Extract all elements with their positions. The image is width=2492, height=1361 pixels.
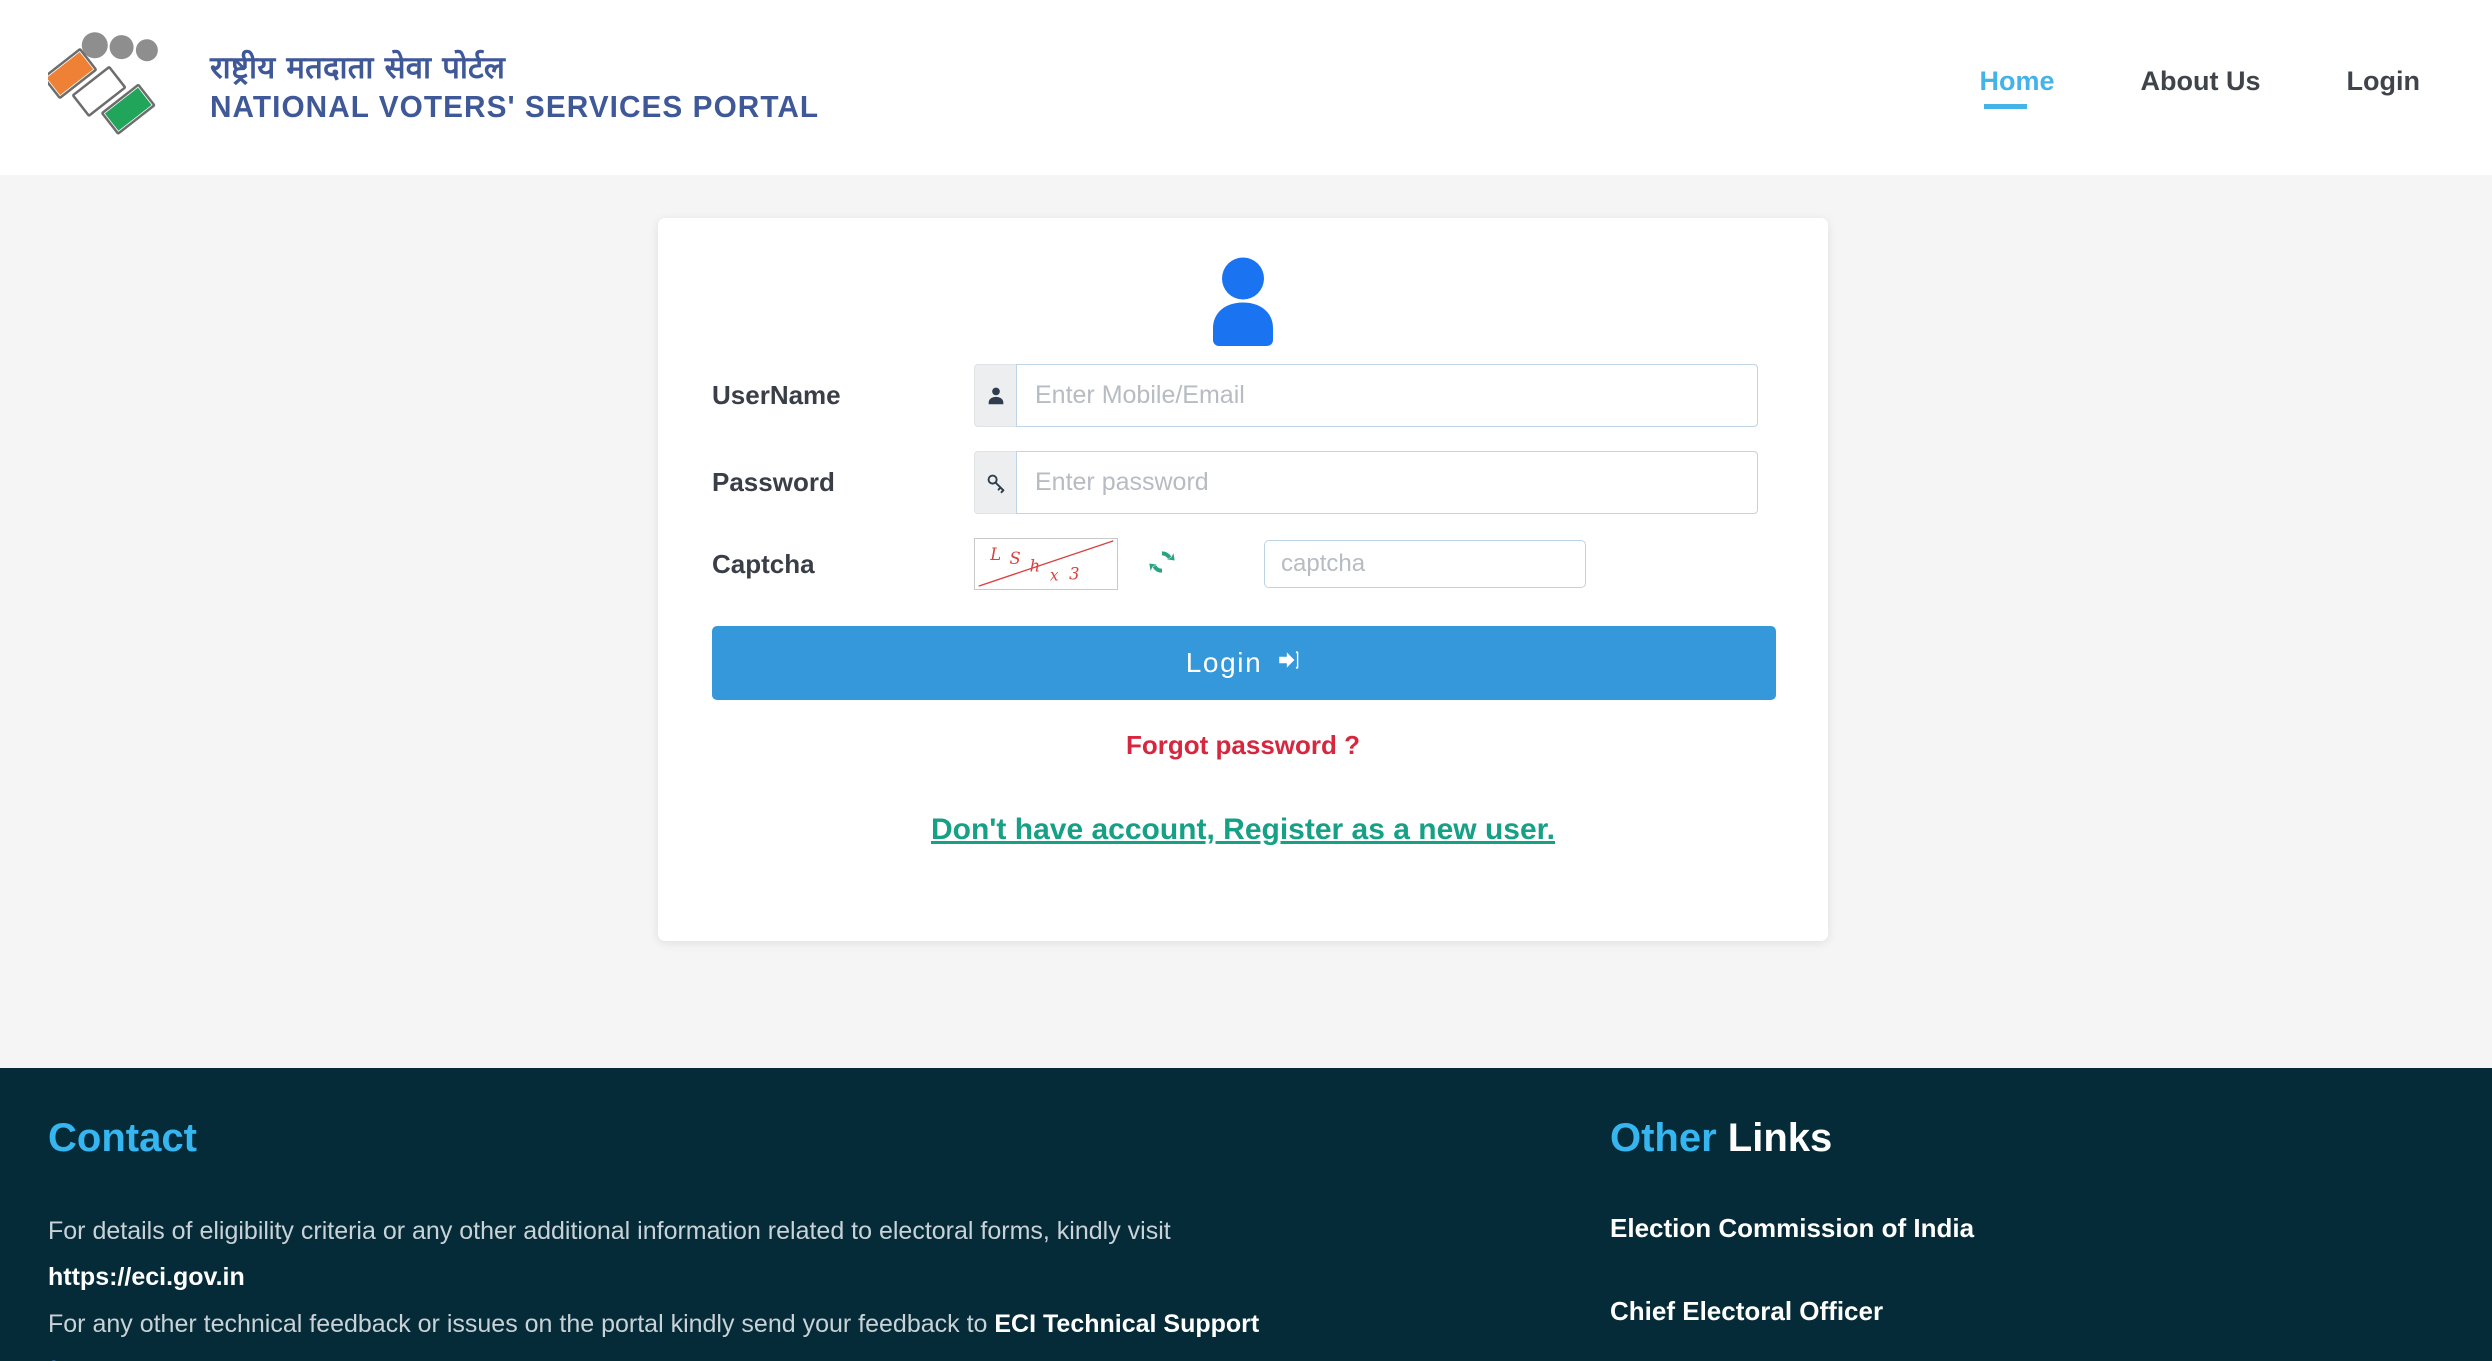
user-icon <box>974 364 1016 427</box>
footer-feedback-text: For any other technical feedback or issu… <box>48 1306 1492 1342</box>
footer-other-links-heading: Other Links <box>1610 1116 2492 1161</box>
footer-contact-column: Contact For details of eligibility crite… <box>0 1068 1492 1361</box>
other-links-accent: Other <box>1610 1116 1717 1160</box>
brand-hindi-title: राष्ट्रीय मतदाता सेवा पोर्टल <box>210 49 506 86</box>
brand-block: राष्ट्रीय मतदाता सेवा पोर्टल NATIONAL VO… <box>42 24 845 152</box>
avatar <box>658 218 1828 346</box>
phone-icon <box>48 1357 74 1361</box>
captcha-row: Captcha L S h x 3 <box>712 538 1774 590</box>
login-form: UserName Password <box>658 346 1828 847</box>
password-input-group <box>974 451 1758 514</box>
toll-free-row: Toll free Number :1800111950 <box>48 1357 1492 1361</box>
password-input[interactable] <box>1016 451 1758 514</box>
username-input-group <box>974 364 1758 427</box>
brand-text: राष्ट्रीय मतदाता सेवा पोर्टल NATIONAL VO… <box>210 52 845 123</box>
login-card: UserName Password <box>658 218 1828 941</box>
svg-text:S: S <box>1009 549 1020 568</box>
eci-technical-support-link[interactable]: ECI Technical Support <box>994 1310 1259 1338</box>
captcha-input[interactable] <box>1264 540 1586 588</box>
svg-text:3: 3 <box>1069 564 1079 583</box>
brand-english-title: NATIONAL VOTERS' SERVICES PORTAL <box>210 88 820 124</box>
page-root: राष्ट्रीय मतदाता सेवा पोर्टल NATIONAL VO… <box>0 0 2492 1361</box>
password-row: Password <box>712 451 1774 514</box>
register-link[interactable]: Don't have account, Register as a new us… <box>712 813 1774 847</box>
refresh-captcha-button[interactable] <box>1141 543 1183 585</box>
forgot-password-link[interactable]: Forgot password ? <box>712 730 1774 761</box>
site-header: राष्ट्रीय मतदाता सेवा पोर्टल NATIONAL VO… <box>0 0 2492 175</box>
other-links-rest: Links <box>1716 1116 1833 1160</box>
username-row: UserName <box>712 364 1774 427</box>
footer-feedback-prefix: For any other technical feedback or issu… <box>48 1310 995 1339</box>
username-input[interactable] <box>1016 364 1758 427</box>
nav-item-home[interactable]: Home <box>1980 66 2055 109</box>
main-content: UserName Password <box>0 175 2492 1068</box>
svg-text:x: x <box>1050 566 1059 584</box>
login-button[interactable]: Login <box>712 626 1776 700</box>
key-icon <box>974 451 1016 514</box>
toll-free-number: Toll free Number :1800111950 <box>96 1358 429 1361</box>
footer-contact-heading: Contact <box>48 1116 197 1160</box>
svg-text:L: L <box>989 545 1001 564</box>
login-button-label: Login <box>1185 647 1263 678</box>
eci-website-link[interactable]: https://eci.gov.in <box>48 1263 1492 1292</box>
site-footer: Contact For details of eligibility crite… <box>0 1068 2492 1361</box>
captcha-image: L S h x 3 <box>974 538 1118 590</box>
link-chief-electoral-officer[interactable]: Chief Electoral Officer <box>1610 1296 2492 1327</box>
nvsp-ballot-logo-icon <box>42 24 188 152</box>
main-navigation: Home About Us Login <box>1980 66 2420 109</box>
nav-item-about-us[interactable]: About Us <box>2141 66 2261 109</box>
captcha-label: Captcha <box>712 548 815 579</box>
footer-other-links-column: Other Links Election Commission of India… <box>1492 1068 2492 1361</box>
nav-item-login[interactable]: Login <box>2347 66 2420 109</box>
user-avatar-icon <box>1195 250 1291 346</box>
sign-in-icon <box>1276 647 1302 680</box>
refresh-icon <box>1146 546 1178 583</box>
password-label: Password <box>712 467 835 497</box>
link-election-commission-of-india[interactable]: Election Commission of India <box>1610 1213 2492 1244</box>
footer-eligibility-text: For details of eligibility criteria or a… <box>48 1217 1171 1245</box>
username-label: UserName <box>712 380 841 410</box>
